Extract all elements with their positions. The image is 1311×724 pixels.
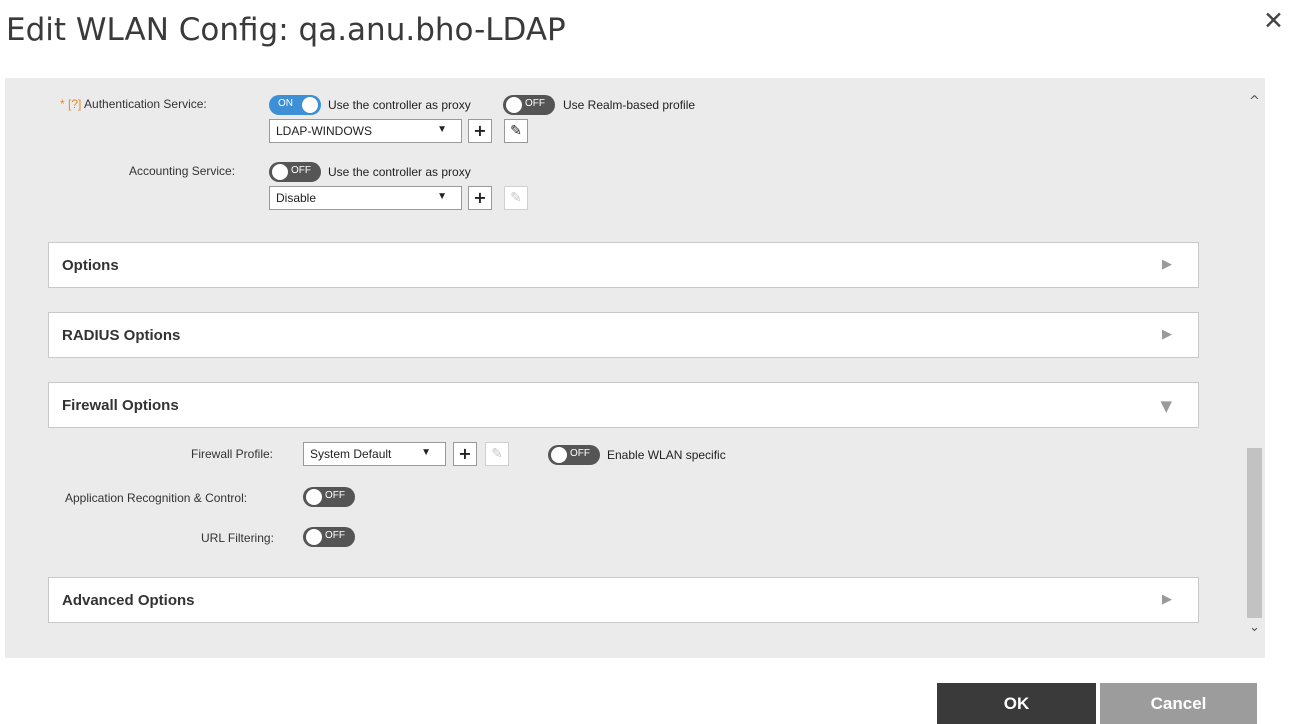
accounting-proxy-toggle[interactable]: OFF [269, 162, 321, 182]
accounting-service-select[interactable]: Disable ▼ [269, 186, 462, 210]
plus-icon: + [473, 121, 487, 140]
edit-firewall-profile-button: ✎ [485, 442, 509, 466]
select-arrow-icon: ▼ [421, 447, 431, 458]
auth-service-value: LDAP-WINDOWS [276, 124, 372, 138]
radius-options-panel-title: RADIUS Options [62, 327, 181, 344]
cancel-button[interactable]: Cancel [1100, 683, 1257, 724]
auth-proxy-label: Use the controller as proxy [328, 98, 471, 112]
firewall-profile-value: System Default [310, 447, 392, 461]
accounting-service-label: Accounting Service: [129, 164, 236, 178]
toggle-state: OFF [291, 165, 311, 176]
expand-arrow-icon: ▶ [1162, 257, 1172, 272]
scroll-up-icon[interactable]: ^ [1249, 94, 1260, 109]
required-marker: * [?] [60, 97, 82, 111]
expand-arrow-icon: ▶ [1162, 592, 1172, 607]
auth-service-select[interactable]: LDAP-WINDOWS ▼ [269, 119, 462, 143]
close-icon[interactable]: ✕ [1263, 6, 1284, 35]
options-panel-header[interactable]: Options ▶ [48, 242, 1199, 288]
firewall-options-panel-header[interactable]: Firewall Options ▼ [48, 382, 1199, 428]
app-recognition-toggle[interactable]: OFF [303, 487, 355, 507]
plus-icon: + [458, 444, 472, 463]
toggle-knob [506, 97, 522, 113]
toggle-knob [272, 164, 288, 180]
firewall-options-panel-title: Firewall Options [62, 397, 179, 414]
toggle-state: OFF [325, 490, 345, 501]
realm-profile-label: Use Realm-based profile [563, 98, 696, 112]
accounting-proxy-label: Use the controller as proxy [328, 165, 471, 179]
auth-proxy-toggle[interactable]: ON [269, 95, 321, 115]
toggle-state: OFF [570, 448, 590, 459]
ok-button[interactable]: OK [937, 683, 1096, 724]
select-arrow-icon: ▼ [437, 191, 447, 202]
url-filtering-toggle[interactable]: OFF [303, 527, 355, 547]
edit-pencil-icon: ✎ [510, 190, 522, 206]
advanced-options-panel-header[interactable]: Advanced Options ▶ [48, 577, 1199, 623]
radius-options-panel-header[interactable]: RADIUS Options ▶ [48, 312, 1199, 358]
scrollbar-thumb[interactable] [1247, 448, 1262, 618]
edit-pencil-icon: ✎ [491, 446, 503, 462]
toggle-knob [551, 447, 567, 463]
options-panel-title: Options [62, 257, 119, 274]
wlan-specific-label: Enable WLAN specific [607, 448, 726, 462]
toggle-state: ON [278, 98, 293, 109]
expand-arrow-icon: ▶ [1162, 327, 1172, 342]
add-auth-service-button[interactable]: + [468, 119, 492, 143]
auth-service-label: * [?] Authentication Service: [60, 97, 207, 111]
toggle-knob [306, 489, 322, 505]
add-firewall-profile-button[interactable]: + [453, 442, 477, 466]
config-scroll-area[interactable]: * [?] Authentication Service: ON Use the… [5, 78, 1265, 658]
firewall-profile-select[interactable]: System Default ▼ [303, 442, 446, 466]
auth-service-text: Authentication Service: [84, 97, 207, 111]
add-accounting-service-button[interactable]: + [468, 186, 492, 210]
advanced-options-panel-title: Advanced Options [62, 592, 195, 609]
firewall-profile-label: Firewall Profile: [191, 447, 274, 461]
plus-icon: + [473, 188, 487, 207]
realm-profile-toggle[interactable]: OFF [503, 95, 555, 115]
url-filtering-label: URL Filtering: [201, 531, 274, 545]
edit-auth-service-button[interactable]: ✎ [504, 119, 528, 143]
select-arrow-icon: ▼ [437, 124, 447, 135]
dialog-title: Edit WLAN Config: qa.anu.bho-LDAP [6, 12, 566, 48]
app-recognition-label: Application Recognition & Control: [65, 491, 248, 505]
accounting-service-value: Disable [276, 191, 317, 205]
scroll-down-icon[interactable]: ⌄ [1249, 620, 1260, 635]
toggle-state: OFF [525, 98, 545, 109]
toggle-knob [306, 529, 322, 545]
toggle-state: OFF [325, 530, 345, 541]
wlan-specific-toggle[interactable]: OFF [548, 445, 600, 465]
collapse-arrow-icon: ▼ [1160, 397, 1172, 415]
edit-accounting-service-button: ✎ [504, 186, 528, 210]
toggle-knob [302, 97, 318, 113]
edit-pencil-icon: ✎ [510, 123, 522, 139]
